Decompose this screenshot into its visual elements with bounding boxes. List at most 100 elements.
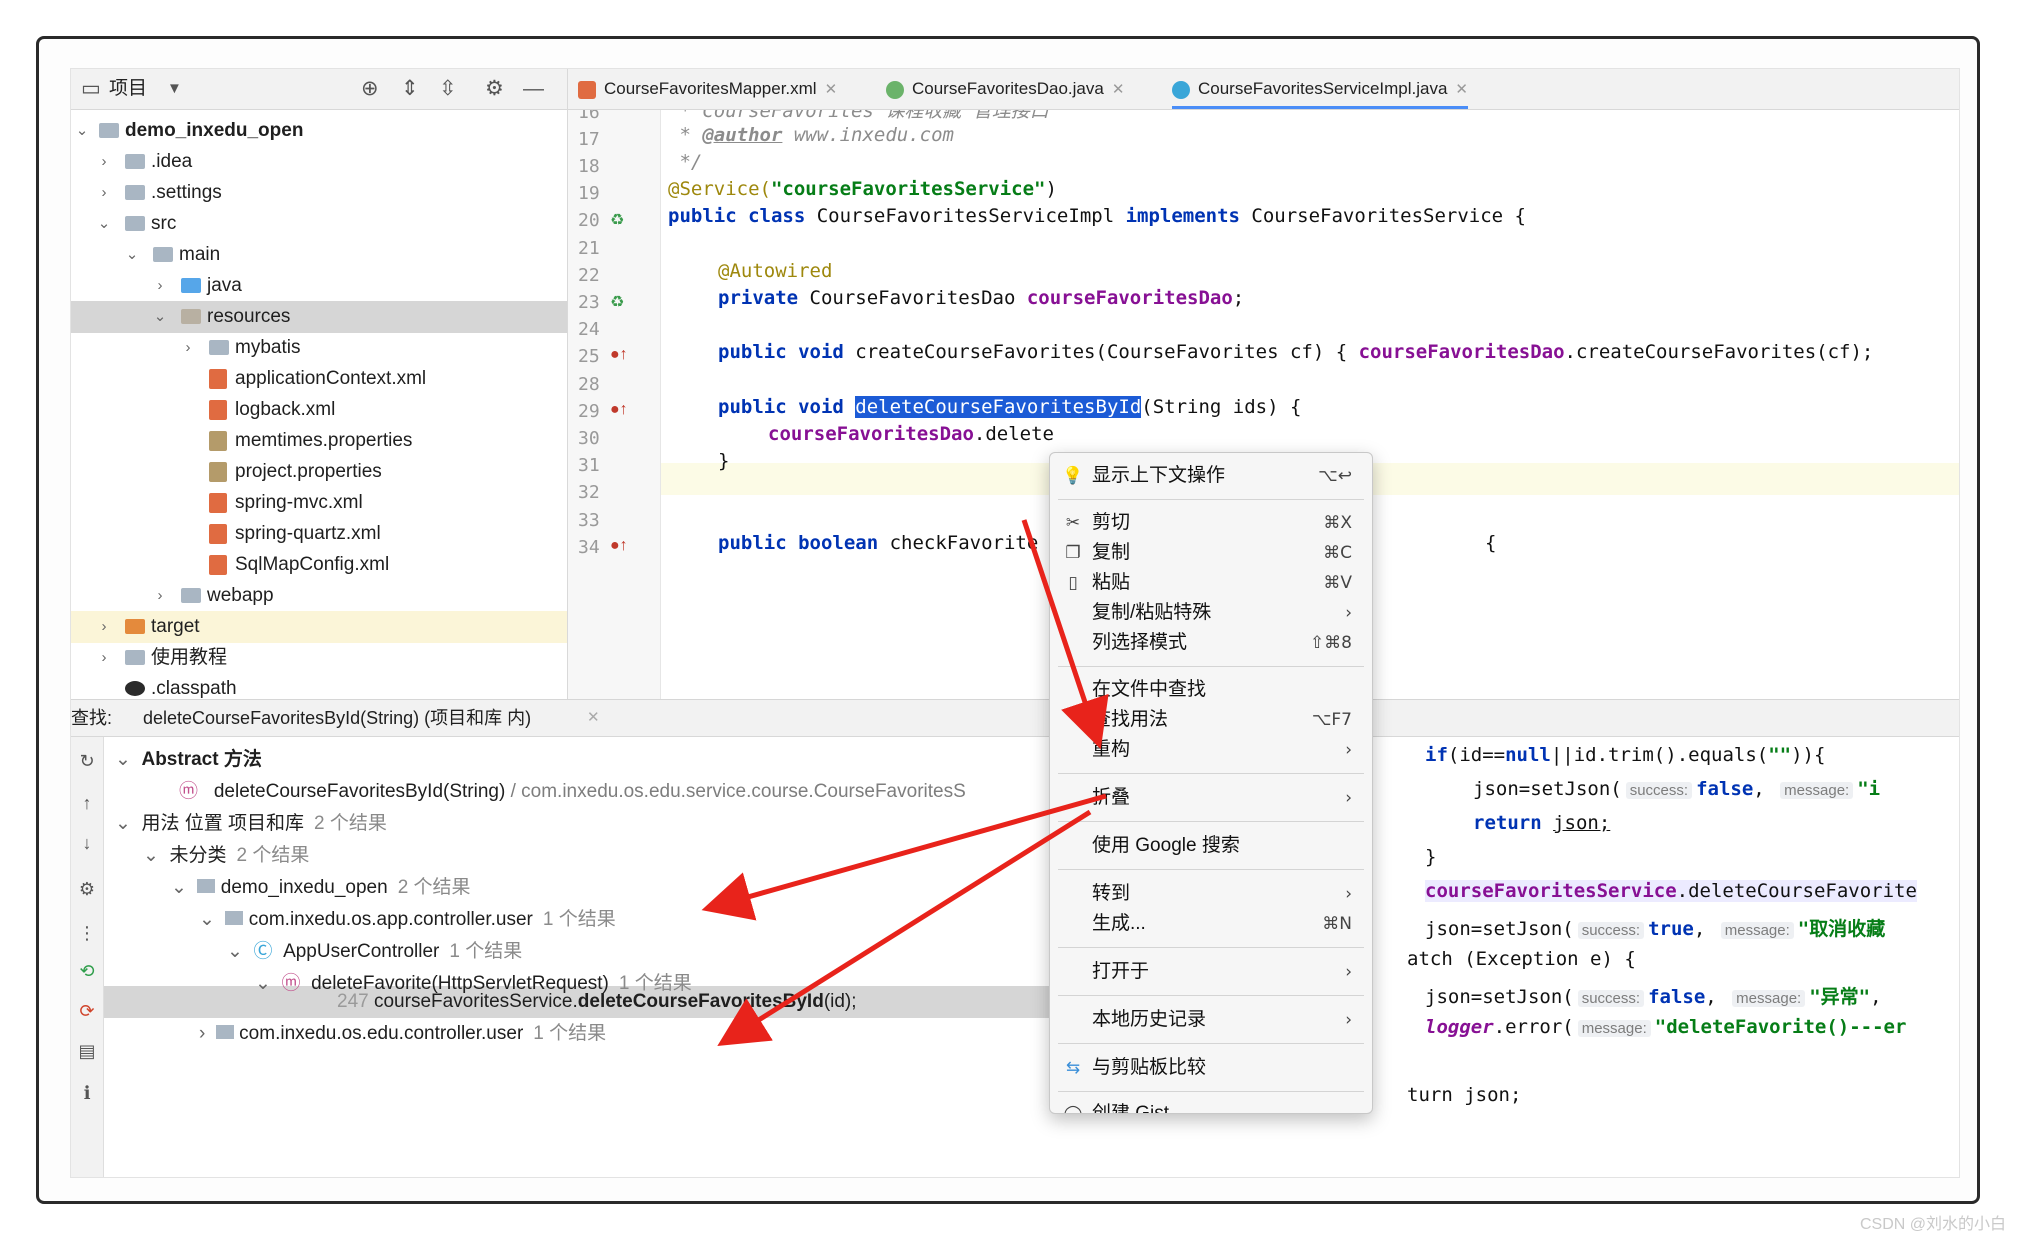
menu-item-column-selection[interactable]: 列选择模式 ⇧⌘8 <box>1050 628 1372 658</box>
tree-item[interactable]: › 使用教程 <box>71 642 567 674</box>
chevron-down-icon[interactable]: ▼ <box>167 75 182 103</box>
menu-item-find-in-files[interactable]: 在文件中查找 <box>1050 675 1372 705</box>
menu-item-refactor[interactable]: 重构 › <box>1050 735 1372 765</box>
package-icon <box>225 911 244 925</box>
gear-icon[interactable]: ⚙ <box>77 879 97 900</box>
project-toolbar: ▭ 项目 ▼ ⊕ ⇕ ⇳ ⚙ — <box>71 69 567 110</box>
tab-dao-java[interactable]: CourseFavoritesDao.java ✕ <box>886 69 1124 109</box>
tree-item[interactable]: spring-quartz.xml <box>71 518 567 550</box>
excluded-folder-icon <box>125 619 145 634</box>
tree-item[interactable]: .classpath <box>71 673 567 699</box>
find-usages-panel: 查找: deleteCourseFavoritesById(String) (项… <box>71 699 1959 1177</box>
tree-item[interactable]: SqlMapConfig.xml <box>71 549 567 581</box>
chevron-right-icon: › <box>1345 884 1352 904</box>
folder-icon <box>125 185 145 200</box>
result-group-abstract[interactable]: ⌄ Abstract 方法 <box>115 744 262 776</box>
tree-item[interactable]: › webapp <box>71 580 567 612</box>
tab-mapper-xml[interactable]: CourseFavoritesMapper.xml ✕ <box>578 69 837 109</box>
find-query-tab[interactable]: deleteCourseFavoritesById(String) (项目和库 … <box>143 700 531 736</box>
rerun-icon[interactable]: ↻ <box>77 751 97 772</box>
menu-item-find-usages[interactable]: 查找用法 ⌥F7 <box>1050 705 1372 735</box>
menu-item-copy[interactable]: ❐ 复制 ⌘C <box>1050 538 1372 568</box>
chevron-right-icon: › <box>1345 788 1352 808</box>
menu-item-goto[interactable]: 转到 › <box>1050 879 1372 909</box>
info-icon[interactable]: ℹ <box>77 1083 97 1104</box>
group-icon[interactable]: ⋮ <box>77 923 97 944</box>
tree-item[interactable]: › mybatis <box>71 332 567 364</box>
result-usage-line[interactable]: 247 courseFavoritesService.deleteCourseF… <box>337 986 857 1018</box>
tree-item[interactable]: › .idea <box>71 146 567 178</box>
project-panel: ▭ 项目 ▼ ⊕ ⇕ ⇳ ⚙ — ⌄ demo_inxedu_open › .ide… <box>71 69 568 699</box>
project-title[interactable]: 项目 <box>109 75 147 103</box>
result-method[interactable]: ⓜ deleteCourseFavoritesById(String) / co… <box>179 776 966 808</box>
tree-item[interactable]: ⌄ demo_inxedu_open <box>71 115 567 147</box>
watermark: CSDN @刘水的小白 <box>1859 1216 2006 1233</box>
gear-icon[interactable]: ⚙ <box>485 75 504 103</box>
minimize-icon[interactable]: — <box>523 75 544 103</box>
xml-file-icon <box>209 524 227 544</box>
menu-item-show-context-actions[interactable]: 💡 显示上下文操作 ⌥↩ <box>1050 461 1372 491</box>
tree-item[interactable]: › target <box>71 611 567 643</box>
menu-item-local-history[interactable]: 本地历史记录 › <box>1050 1005 1372 1035</box>
menu-item-copy-paste-special[interactable]: 复制/粘贴特殊 › <box>1050 598 1372 628</box>
code-line: @Service("courseFavoritesService") <box>668 178 1057 200</box>
collapse-all-icon[interactable]: ⇳ <box>439 75 457 103</box>
override-gutter-icon[interactable]: ●↑ <box>610 537 628 555</box>
tree-item[interactable]: › .settings <box>71 177 567 209</box>
menu-item-paste[interactable]: ▯ 粘贴 ⌘V <box>1050 568 1372 598</box>
preview-icon[interactable]: ▤ <box>77 1041 97 1062</box>
override-gutter-icon[interactable]: ●↑ <box>610 346 628 364</box>
tree-item[interactable]: › java <box>71 270 567 302</box>
result-package[interactable]: › com.inxedu.os.edu.controller.user 1 个结果 <box>199 1018 606 1050</box>
close-icon[interactable]: ✕ <box>587 700 600 736</box>
locate-icon[interactable]: ⊕ <box>361 75 379 103</box>
arrow-up-icon[interactable]: ↑ <box>77 793 97 814</box>
line-number: 22 <box>578 265 600 286</box>
xml-file-icon <box>578 80 596 99</box>
result-package[interactable]: ⌄ com.inxedu.os.app.controller.user 1 个结果 <box>199 904 616 936</box>
menu-item-cut[interactable]: ✂ 剪切 ⌘X <box>1050 508 1372 538</box>
xml-file-icon <box>209 369 227 389</box>
close-icon[interactable]: ✕ <box>1112 81 1125 98</box>
menu-item-google-search[interactable]: 使用 Google 搜索 <box>1050 831 1372 861</box>
override-gutter-icon[interactable]: ●↑ <box>610 401 628 419</box>
xml-file-icon <box>209 555 227 575</box>
export-icon[interactable]: ⟳ <box>77 1001 97 1022</box>
line-number: 32 <box>578 482 600 503</box>
tree-item[interactable]: ⌄ src <box>71 208 567 240</box>
code-line: } <box>718 450 730 472</box>
chevron-right-icon: › <box>1345 603 1352 623</box>
module-icon <box>99 123 119 138</box>
import-icon[interactable]: ⟲ <box>77 961 97 982</box>
close-icon[interactable]: ✕ <box>825 81 838 98</box>
folder-icon <box>125 650 145 665</box>
tree-item[interactable]: applicationContext.xml <box>71 363 567 395</box>
folder-icon <box>125 154 145 169</box>
tree-item-selected[interactable]: ⌄ resources <box>71 301 567 333</box>
close-icon[interactable]: ✕ <box>1455 81 1468 98</box>
tree-item[interactable]: project.properties <box>71 456 567 488</box>
tree-item[interactable]: ⌄ main <box>71 239 567 271</box>
menu-item-open-in[interactable]: 打开于 › <box>1050 957 1372 987</box>
implements-gutter-icon[interactable]: ♻ <box>610 210 624 230</box>
menu-item-generate[interactable]: 生成... ⌘N <box>1050 909 1372 939</box>
autowired-gutter-icon[interactable]: ♻ <box>610 292 624 312</box>
properties-file-icon <box>209 431 227 451</box>
tab-serviceimpl-java[interactable]: CourseFavoritesServiceImpl.java ✕ <box>1172 69 1468 109</box>
menu-item-compare-clipboard[interactable]: ⇆ 与剪贴板比较 <box>1050 1053 1372 1083</box>
result-class[interactable]: ⌄ Ⓒ AppUserController 1 个结果 <box>227 936 522 968</box>
result-group-usages[interactable]: ⌄ 用法 位置 项目和库 2 个结果 <box>115 808 387 840</box>
gutter: 16 17 18 19 20 21 22 23 24 25 28 29 30 3… <box>568 110 661 699</box>
arrow-down-icon[interactable]: ↓ <box>77 833 97 854</box>
result-group-uncategorized[interactable]: ⌄ 未分类 2 个结果 <box>143 840 309 872</box>
folder-icon <box>209 340 229 355</box>
result-module[interactable]: ⌄ demo_inxedu_open 2 个结果 <box>171 872 471 904</box>
expand-all-icon[interactable]: ⇕ <box>401 75 419 103</box>
tree-item[interactable]: logback.xml <box>71 394 567 426</box>
menu-item-create-gist[interactable]: ◯ 创建 Gist... <box>1050 1099 1372 1113</box>
selected-method-name[interactable]: deleteCourseFavoritesById <box>855 396 1142 418</box>
line-number: 16 <box>578 110 600 123</box>
tree-item[interactable]: memtimes.properties <box>71 425 567 457</box>
menu-item-folding[interactable]: 折叠 › <box>1050 783 1372 813</box>
tree-item[interactable]: spring-mvc.xml <box>71 487 567 519</box>
